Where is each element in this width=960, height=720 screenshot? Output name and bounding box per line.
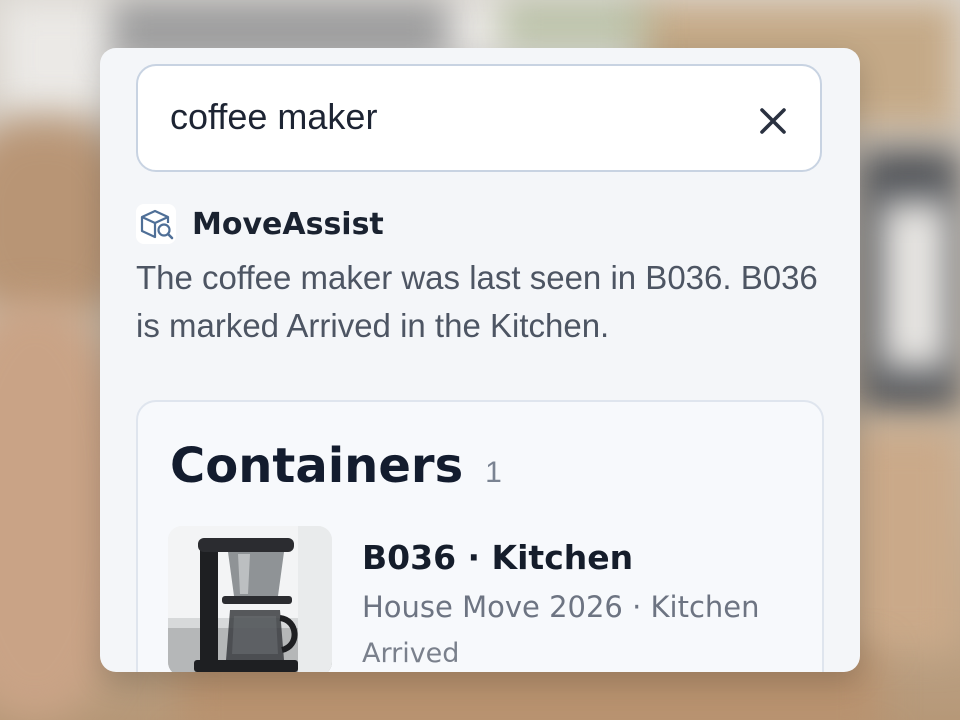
container-result-row[interactable]: B036 · Kitchen House Move 2026 · Kitchen… [168,526,798,672]
container-status: Arrived [362,638,460,669]
assistant-name: MoveAssist [192,206,384,242]
search-input[interactable] [170,94,730,140]
search-results-card: MoveAssist The coffee maker was last see… [100,48,860,672]
search-box [136,64,822,172]
close-icon [760,108,786,134]
box-search-icon [136,204,176,244]
containers-count: 1 [485,456,502,489]
clear-search-button[interactable] [748,96,798,146]
coffee-maker-thumbnail [168,526,332,672]
containers-panel: Containers 1 B036 · Kitchen House Move 2… [136,400,824,672]
containers-title: Containers 1 [170,438,502,494]
assistant-answer: The coffee maker was last seen in B036. … [136,259,818,344]
container-location: House Move 2026 · Kitchen [362,590,760,624]
container-title: B036 · Kitchen [362,538,634,577]
containers-heading: Containers [170,438,464,494]
assistant-header: MoveAssist [136,203,384,245]
